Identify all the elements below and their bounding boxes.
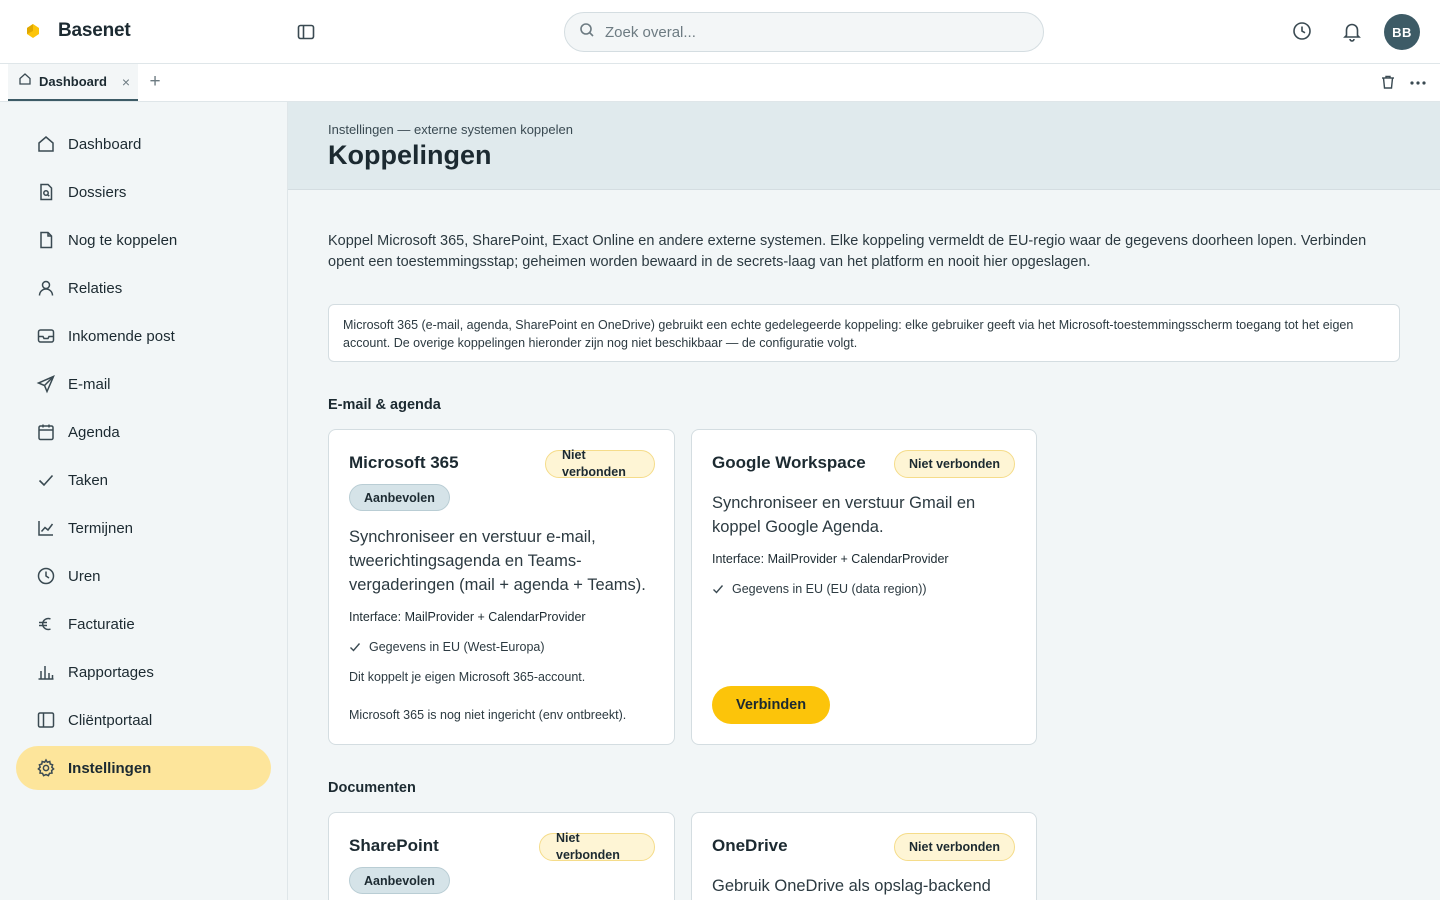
bar-chart-icon xyxy=(38,666,54,680)
file-search-icon xyxy=(40,183,53,201)
card-interface: Interface: MailProvider + CalendarProvid… xyxy=(349,610,586,624)
sidebar-item-clientportaal[interactable]: Cliëntportaal xyxy=(16,698,271,742)
integration-card-onedrive: OneDrive Niet verbonden Gebruik OneDrive… xyxy=(691,812,1037,900)
home-icon xyxy=(18,72,32,91)
sidebar-item-label: Agenda xyxy=(68,423,120,441)
search-bar[interactable] xyxy=(564,12,1044,52)
sidebar-item-label: Taken xyxy=(68,471,109,489)
search-input[interactable] xyxy=(605,23,1005,41)
user-avatar[interactable]: BB xyxy=(1384,14,1420,50)
card-title: Google Workspace xyxy=(712,453,866,472)
search-icon xyxy=(579,22,595,43)
inbox-icon xyxy=(37,329,55,343)
sidebar-item-label: Uren xyxy=(68,567,101,585)
page-header: Instellingen — externe systemen koppelen… xyxy=(288,102,1440,190)
card-description: Gebruik OneDrive als opslag-backend xyxy=(712,877,991,895)
card-description: Synchroniseer en verstuur Gmail en koppe… xyxy=(712,494,976,536)
sidebar-toggle-icon[interactable] xyxy=(296,22,316,42)
integration-card-microsoft-365: Microsoft 365 Niet verbonden Aanbevolen … xyxy=(328,429,675,745)
sidebar-item-dossiers[interactable]: Dossiers xyxy=(16,170,271,214)
sidebar-item-label: Dashboard xyxy=(68,135,142,153)
status-badge: Niet verbonden xyxy=(545,448,655,479)
status-badge: Niet verbonden xyxy=(894,450,1015,478)
sidebar-item-label: Termijnen xyxy=(68,519,134,537)
sidebar-item-inkomende-post[interactable]: Inkomende post xyxy=(16,314,271,358)
sidebar-item-nog-te-koppelen[interactable]: Nog te koppelen xyxy=(16,218,271,262)
card-description: Synchroniseer en verstuur e-mail, tweeri… xyxy=(349,528,646,594)
card-note: Dit koppelt je eigen Microsoft 365-accou… xyxy=(349,670,586,684)
eu-region: Gegevens in EU (West-Europa) xyxy=(349,640,545,654)
page-title: Koppelingen xyxy=(328,140,492,170)
sidebar-item-e-mail[interactable]: E-mail xyxy=(16,362,271,406)
recommended-badge: Aanbevolen xyxy=(349,867,450,894)
sidebar-item-label: Inkomende post xyxy=(68,327,175,345)
card-interface: Interface: MailProvider + CalendarProvid… xyxy=(712,552,949,566)
card-warning: Microsoft 365 is nog niet ingericht (env… xyxy=(349,708,627,722)
logo[interactable]: Basenet xyxy=(24,20,131,42)
sidebar-item-label: Nog te koppelen xyxy=(68,231,178,249)
status-badge: Niet verbonden xyxy=(539,831,655,862)
history-icon[interactable] xyxy=(1291,20,1313,42)
top-bar: Basenet BB xyxy=(0,0,1440,64)
connect-button[interactable]: Verbinden xyxy=(712,686,831,724)
check-icon xyxy=(713,585,724,594)
sidebar-item-label: Instellingen xyxy=(68,759,152,777)
section-title-documenten: Documenten xyxy=(328,780,416,796)
sidebar-item-relaties[interactable]: Relaties xyxy=(16,266,271,310)
sidebar: Dashboard Dossiers Nog te koppelen Relat… xyxy=(0,102,288,900)
line-chart-icon xyxy=(38,521,54,536)
brand-name: Basenet xyxy=(58,20,131,41)
sidebar-item-taken[interactable]: Taken xyxy=(16,458,271,502)
sidebar-item-label: Rapportages xyxy=(68,663,154,681)
sidebar-item-label: Dossiers xyxy=(68,183,127,201)
status-badge: Niet verbonden xyxy=(894,833,1015,861)
user-icon xyxy=(38,280,54,296)
close-icon[interactable]: × xyxy=(122,74,130,90)
section-title-email-agenda: E-mail & agenda xyxy=(328,397,441,413)
tab-label: Dashboard xyxy=(39,74,107,89)
sidebar-item-uren[interactable]: Uren xyxy=(16,554,271,598)
send-icon xyxy=(36,375,55,394)
gear-icon xyxy=(37,758,55,777)
tab-bar: Dashboard × + xyxy=(0,64,1440,102)
card-title: OneDrive xyxy=(712,836,788,855)
integration-card-sharepoint: SharePoint Niet verbonden Aanbevolen xyxy=(328,812,675,900)
eu-region-label: Gegevens in EU (West-Europa) xyxy=(369,640,545,654)
euro-icon xyxy=(39,617,51,631)
panel-icon xyxy=(37,712,55,728)
integration-card-google-workspace: Google Workspace Niet verbonden Synchron… xyxy=(691,429,1037,745)
sidebar-item-label: Facturatie xyxy=(68,615,135,633)
logo-icon xyxy=(24,22,42,40)
check-icon xyxy=(38,474,54,487)
trash-icon[interactable] xyxy=(1380,74,1396,90)
info-notice: Microsoft 365 (e-mail, agenda, SharePoin… xyxy=(328,304,1400,362)
sidebar-item-label: Cliëntportaal xyxy=(68,711,153,729)
sidebar-item-termijnen[interactable]: Termijnen xyxy=(16,506,271,550)
breadcrumb: Instellingen — externe systemen koppelen xyxy=(328,122,573,137)
recommended-badge: Aanbevolen xyxy=(349,484,450,511)
sidebar-item-instellingen[interactable]: Instellingen xyxy=(16,746,271,790)
card-title: Microsoft 365 xyxy=(349,453,459,472)
sidebar-item-dashboard[interactable]: Dashboard xyxy=(16,122,271,166)
sidebar-item-label: Relaties xyxy=(68,279,123,297)
eu-region: Gegevens in EU (EU (data region)) xyxy=(712,582,927,596)
intro-text: Koppel Microsoft 365, SharePoint, Exact … xyxy=(328,233,1367,270)
sidebar-item-rapportages[interactable]: Rapportages xyxy=(16,650,271,694)
clock-icon xyxy=(37,567,55,585)
calendar-icon xyxy=(38,424,54,441)
tab-dashboard[interactable]: Dashboard × xyxy=(8,64,138,101)
sidebar-item-facturatie[interactable]: Facturatie xyxy=(16,602,271,646)
bell-icon[interactable] xyxy=(1341,20,1363,42)
home-icon xyxy=(38,136,54,152)
file-icon xyxy=(40,231,53,249)
card-title: SharePoint xyxy=(349,836,439,855)
add-tab-button[interactable]: + xyxy=(146,72,164,92)
check-icon xyxy=(350,643,361,652)
more-icon[interactable] xyxy=(1409,72,1427,92)
sidebar-item-agenda[interactable]: Agenda xyxy=(16,410,271,454)
sidebar-item-label: E-mail xyxy=(68,375,111,393)
eu-region-label: Gegevens in EU (EU (data region)) xyxy=(732,582,927,596)
